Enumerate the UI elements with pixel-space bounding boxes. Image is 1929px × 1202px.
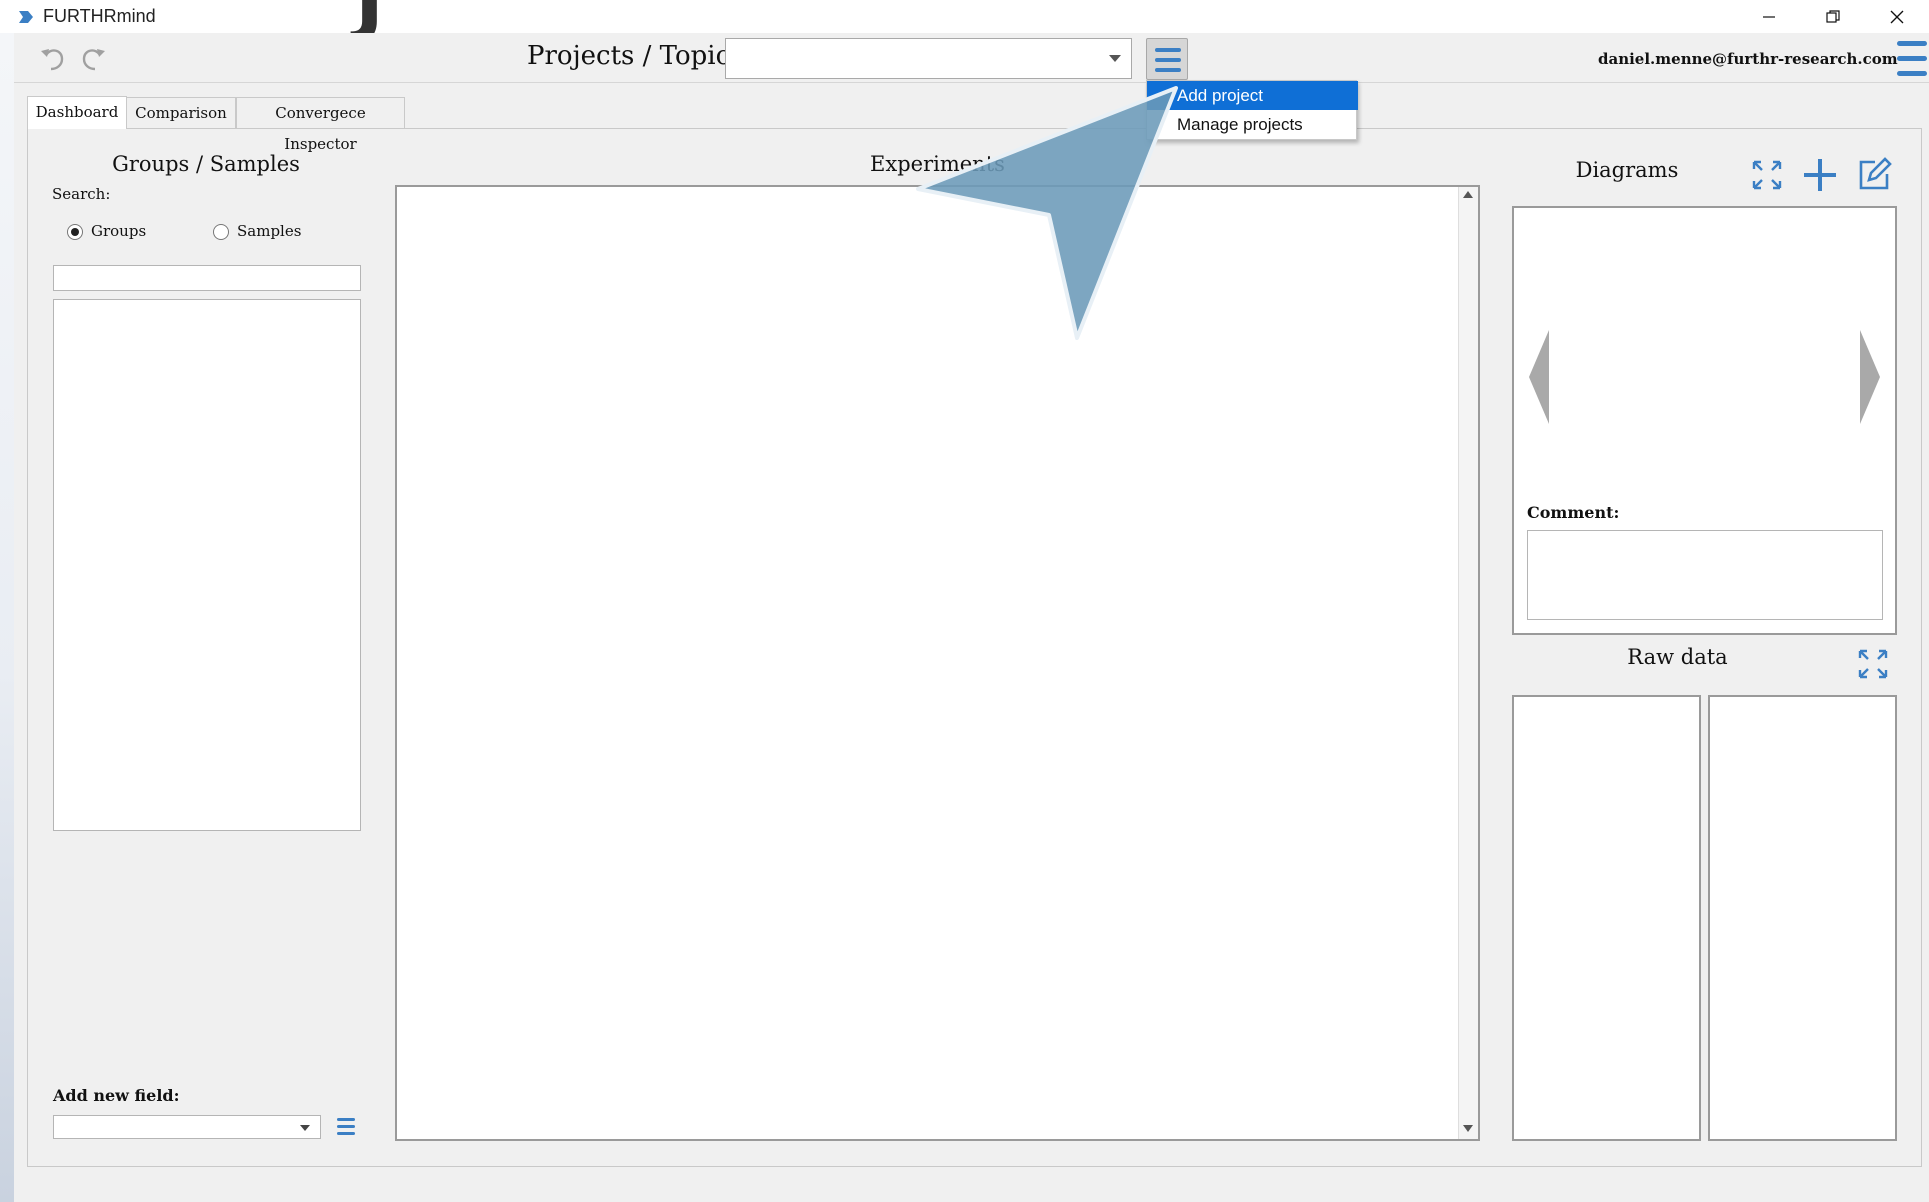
raw-data-expand-button[interactable] xyxy=(1856,647,1890,681)
groups-radio-label[interactable]: Groups xyxy=(91,222,146,240)
expand-icon xyxy=(1858,649,1888,679)
experiments-list[interactable] xyxy=(395,185,1480,1141)
field-menu-button[interactable] xyxy=(334,1114,358,1140)
raw-data-list-left[interactable] xyxy=(1512,695,1701,1141)
tab-convergence-inspector[interactable]: Convergece Inspector xyxy=(236,97,405,153)
minimize-button[interactable] xyxy=(1737,0,1801,33)
expand-icon xyxy=(1752,160,1782,190)
arrow-left-icon xyxy=(1529,330,1549,424)
raw-data-title: Raw data xyxy=(1627,645,1728,669)
search-input[interactable] xyxy=(53,265,361,291)
hamburger-menu-icon xyxy=(1897,41,1927,76)
projects-menu-button[interactable] xyxy=(1146,38,1188,80)
chevron-down-icon xyxy=(300,1125,310,1131)
experiments-scrollbar[interactable] xyxy=(1458,187,1478,1139)
samples-radio[interactable] xyxy=(213,224,229,240)
restore-button[interactable] xyxy=(1801,0,1865,33)
tab-comparison[interactable]: Comparison xyxy=(126,97,236,128)
comment-field[interactable] xyxy=(1527,530,1883,620)
app-title: FURTHRmind xyxy=(43,6,156,26)
experiments-title: Experiments xyxy=(870,152,1005,176)
close-icon xyxy=(1890,10,1904,23)
redo-button[interactable] xyxy=(78,43,108,73)
close-button[interactable] xyxy=(1865,0,1929,33)
redo-icon xyxy=(82,49,105,71)
next-diagram-button[interactable] xyxy=(1858,330,1882,424)
add-new-field-label: Add new field: xyxy=(53,1086,180,1105)
projects-topics-label: Projects / Topics xyxy=(527,41,744,71)
samples-radio-label[interactable]: Samples xyxy=(237,222,301,240)
previous-diagram-button[interactable] xyxy=(1527,330,1551,424)
plus-icon xyxy=(1804,159,1836,191)
title-bar xyxy=(0,0,1929,33)
scroll-up-arrow-icon[interactable] xyxy=(1463,191,1473,198)
groups-radio[interactable] xyxy=(67,224,83,240)
add-diagram-button[interactable] xyxy=(1801,156,1839,194)
minimize-icon xyxy=(1763,15,1775,18)
main-menu-button[interactable] xyxy=(1893,38,1929,80)
tab-dashboard[interactable]: Dashboard xyxy=(27,96,127,129)
chevron-down-icon xyxy=(1109,55,1121,62)
undo-icon xyxy=(41,49,64,71)
groups-list[interactable] xyxy=(53,299,361,831)
restore-icon xyxy=(1826,9,1840,23)
diagrams-expand-button[interactable] xyxy=(1750,158,1784,192)
menu-item-add-project[interactable]: Add project xyxy=(1147,81,1358,110)
edit-icon xyxy=(1859,157,1892,190)
menu-item-manage-projects[interactable]: Manage projects xyxy=(1147,110,1358,139)
hamburger-menu-icon xyxy=(337,1118,355,1135)
undo-button[interactable] xyxy=(38,43,68,73)
groups-samples-title: Groups / Samples xyxy=(112,152,300,176)
window-edge-decoration xyxy=(0,30,14,1202)
comment-label: Comment: xyxy=(1527,503,1620,522)
projects-dropdown-menu: Add project Manage projects xyxy=(1146,80,1358,140)
app-logo-icon xyxy=(18,9,34,23)
diagrams-title: Diagrams xyxy=(1575,158,1679,182)
user-email: daniel.menne@furthr-research.com xyxy=(1598,50,1898,68)
search-label: Search: xyxy=(52,185,111,203)
arrow-right-icon xyxy=(1860,330,1880,424)
project-select[interactable] xyxy=(725,38,1132,79)
scroll-down-arrow-icon[interactable] xyxy=(1463,1125,1473,1132)
new-field-select[interactable] xyxy=(53,1115,321,1139)
raw-data-list-right[interactable] xyxy=(1708,695,1897,1141)
hamburger-menu-icon xyxy=(1155,48,1181,72)
edit-diagram-button[interactable] xyxy=(1855,156,1893,194)
